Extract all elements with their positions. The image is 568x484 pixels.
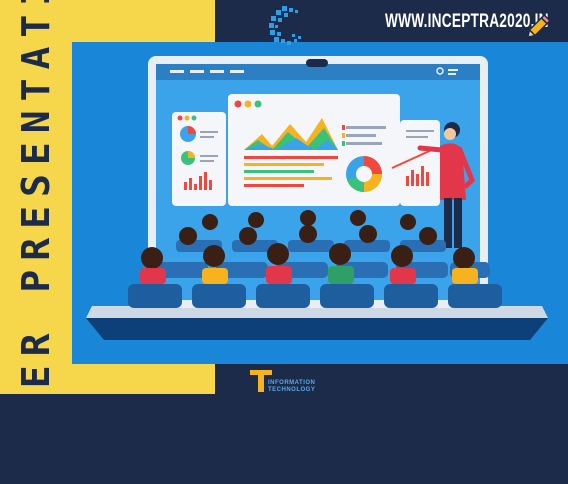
footer-logo-line2: TECHNOLOGY bbox=[268, 387, 316, 393]
footer-logo: INFORMATION TECHNOLOGY bbox=[250, 368, 360, 394]
presentation-illustration bbox=[86, 56, 548, 340]
footer-logo-line1: INFORMATION bbox=[268, 380, 316, 386]
